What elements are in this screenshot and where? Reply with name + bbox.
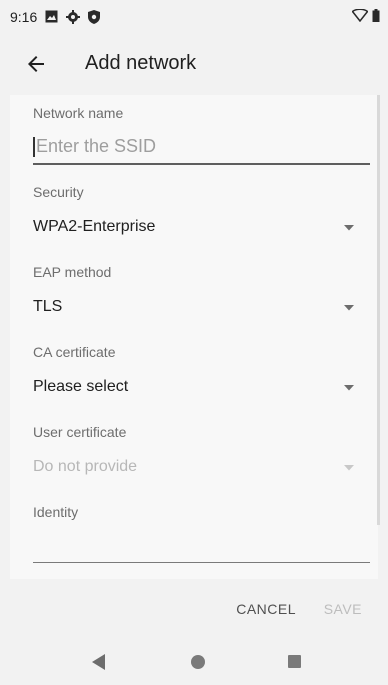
eap-method-selected: TLS [33,298,63,315]
security-dropdown[interactable]: WPA2-Enterprise [10,210,378,240]
battery-icon [372,9,380,22]
ssid-placeholder: Enter the SSID [36,136,157,156]
dialog-actions: CANCEL SAVE [0,579,388,639]
status-system-icons [352,9,380,22]
app-bar: Add network [0,33,388,95]
security-selected: WPA2-Enterprise [33,218,156,235]
status-bar: 9:16 [0,0,388,33]
ssid-input[interactable]: Enter the SSID [33,133,370,165]
network-name-label: Network name [33,105,124,121]
chevron-down-icon [344,225,354,231]
nav-home-icon[interactable] [191,655,205,669]
cancel-button[interactable]: CANCEL [236,601,296,617]
user-certificate-selected: Do not provide [33,458,138,475]
wifi-icon [352,9,368,22]
identity-label: Identity [33,504,79,520]
status-notification-icons [45,9,101,24]
nav-recents-icon[interactable] [288,655,301,668]
text-cursor [33,137,35,157]
security-label: Security [33,184,84,200]
image-icon [45,10,58,23]
shield-icon [88,9,101,24]
user-certificate-dropdown: Do not provide [10,450,378,480]
chevron-down-icon [344,385,354,391]
identity-underline [33,562,370,563]
save-button[interactable]: SAVE [324,601,362,617]
back-arrow-icon[interactable] [24,52,48,76]
eap-method-label: EAP method [33,264,112,280]
nav-back-icon[interactable] [92,654,106,670]
user-certificate-label: User certificate [33,424,127,440]
ca-certificate-selected: Please select [33,378,129,395]
ssid-underline [33,163,370,165]
add-network-form: Network name Enter the SSID Security WPA… [10,95,380,579]
navigation-bar [0,639,388,685]
chevron-down-icon [344,465,354,471]
page-title: Add network [85,52,197,74]
ca-certificate-dropdown[interactable]: Please select [10,370,378,400]
gear-icon [66,9,81,24]
eap-method-dropdown[interactable]: TLS [10,290,378,320]
status-time: 9:16 [10,8,38,25]
chevron-down-icon [344,305,354,311]
identity-input[interactable] [33,532,370,562]
ca-certificate-label: CA certificate [33,344,116,360]
